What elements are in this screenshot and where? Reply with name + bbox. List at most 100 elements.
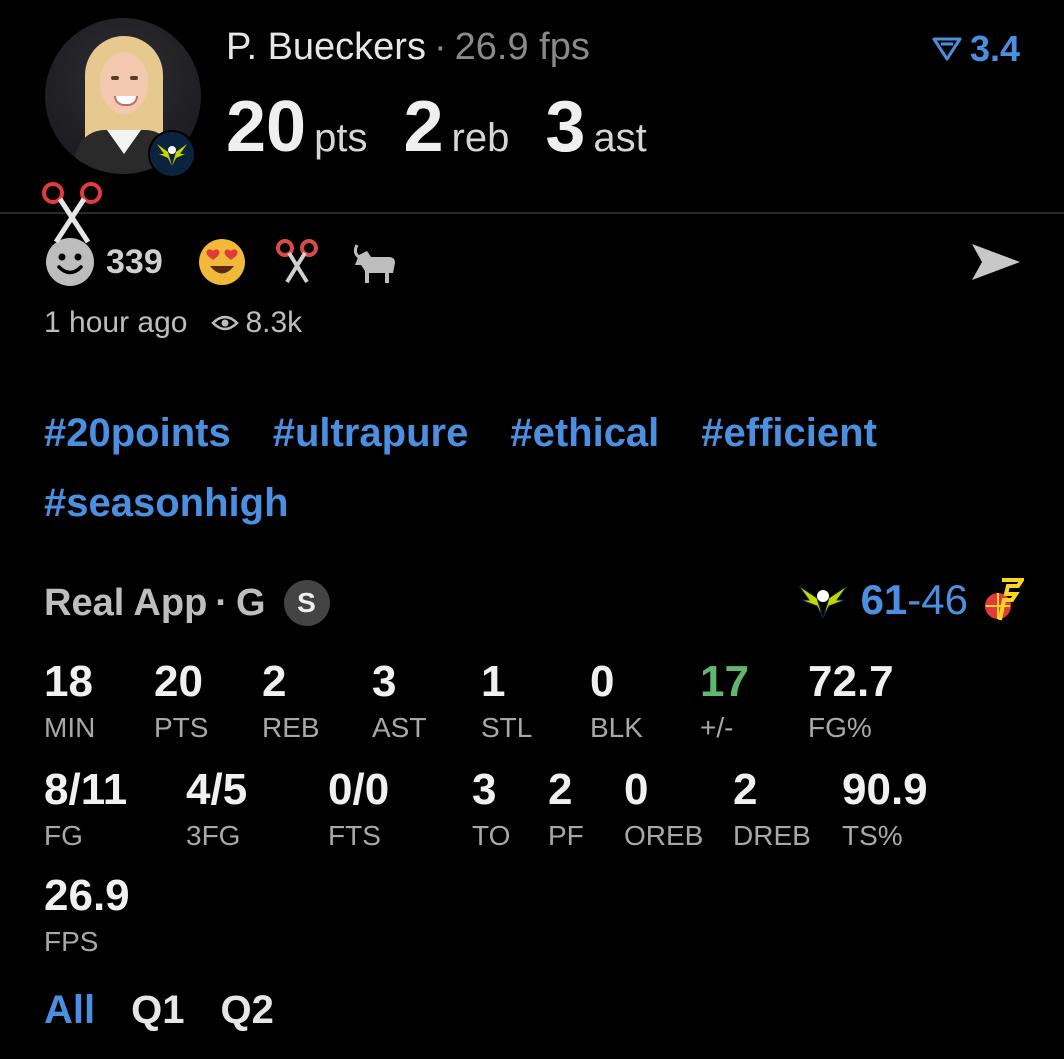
post-time: 1 hour ago: [44, 306, 188, 339]
stat-label: TS%: [842, 820, 903, 851]
game-score[interactable]: 61-46: [797, 576, 1024, 624]
stat-label: +/-: [700, 712, 734, 743]
starter-badge: S: [283, 580, 330, 626]
stat-blk: 0 BLK: [590, 658, 643, 744]
stat-reb: 2 REB: [262, 658, 320, 744]
headline-assists-value: 3: [545, 87, 586, 167]
hashtag[interactable]: #efficient: [701, 411, 877, 455]
stat-value: 2: [548, 765, 573, 814]
scissors-icon[interactable]: [275, 238, 319, 286]
stat-value: 4/5: [186, 765, 248, 814]
stat-value: 2: [733, 765, 758, 814]
title-separator: ·: [433, 26, 447, 68]
stat-value: 8/11: [44, 765, 128, 814]
views-count: 8.3k: [211, 306, 302, 340]
stat-value: 20: [154, 657, 203, 706]
headline-rebounds-value: 2: [403, 87, 444, 167]
stat-label: PTS: [154, 712, 209, 743]
headline-stats: 20 pts 2 reb 3 ast: [226, 86, 683, 168]
reaction-count: 339: [106, 242, 163, 281]
stat-value: 3: [472, 765, 497, 814]
stat-fps: 26.9 FPS: [44, 872, 130, 958]
tab-q2[interactable]: Q2: [220, 988, 273, 1033]
stat-label: REB: [262, 712, 320, 743]
stat-value: 18: [44, 657, 93, 706]
hashtag[interactable]: #ethical: [510, 411, 659, 455]
team-wings-logo-icon: [148, 130, 196, 178]
headline-rebounds-label: reb: [451, 116, 510, 160]
player-name[interactable]: P. Bueckers: [226, 26, 426, 68]
stat-label: DREB: [733, 820, 811, 851]
hashtag-list: #20points #ultrapure #ethical #efficient #se…: [44, 398, 1024, 538]
home-team-wings-icon: [798, 585, 847, 619]
avatar-eye: [130, 76, 138, 80]
hashtag[interactable]: #ultrapure: [273, 411, 469, 455]
stat-label: FPS: [44, 926, 99, 957]
stat-label: FTS: [328, 820, 381, 851]
away-score: 46: [921, 576, 968, 623]
stat-min: 18 MIN: [44, 658, 95, 744]
away-team-fever-icon: [985, 578, 1024, 621]
stat-value: 2: [262, 657, 287, 706]
stat-fg-pct: 72.7 FG%: [808, 658, 894, 744]
stat-dreb: 2 DREB: [733, 766, 811, 852]
tab-q1[interactable]: Q1: [131, 988, 184, 1033]
player-fps: 26.9 fps: [454, 26, 590, 68]
heart-eyes-emoji-icon[interactable]: [197, 237, 247, 287]
source-separator: ·: [215, 581, 228, 624]
home-score: 61: [860, 576, 908, 623]
stat-label: TO: [472, 820, 511, 851]
stat-label: BLK: [590, 712, 643, 743]
rating-funnel-icon: [932, 37, 962, 61]
rating-badge[interactable]: 3.4: [932, 28, 1020, 70]
hashtag[interactable]: #20points: [44, 411, 231, 455]
avatar-eye: [111, 76, 119, 80]
stat-value: 0/0: [328, 765, 390, 814]
period-filter-tabs: All Q1 Q2: [44, 988, 274, 1033]
stat-value: 72.7: [808, 657, 894, 706]
stat-value: 1: [481, 657, 506, 706]
game-source-line: Real App · G S: [44, 580, 330, 626]
stat-to: 3 TO: [472, 766, 510, 852]
stat-label: STL: [481, 712, 533, 743]
header-divider: [0, 212, 1064, 214]
stat-ast: 3 AST: [372, 658, 426, 744]
views-value: 8.3k: [245, 306, 303, 339]
scissors-reaction-icon: [42, 182, 102, 244]
stat-label: OREB: [624, 820, 704, 851]
stat-label: FG%: [808, 712, 872, 743]
stat-plus-minus: 17 +/-: [700, 658, 749, 744]
stat-label: 3FG: [186, 820, 241, 851]
stat-3fg: 4/5 3FG: [186, 766, 247, 852]
goat-icon[interactable]: [349, 239, 399, 285]
stat-oreb: 0 OREB: [624, 766, 703, 852]
stat-label: PF: [548, 820, 584, 851]
post-meta: 1 hour ago 8.3k: [44, 306, 302, 340]
eye-icon: [211, 315, 240, 331]
stat-label: AST: [372, 712, 427, 743]
stat-value: 0: [590, 657, 615, 706]
send-icon[interactable]: [970, 240, 1022, 284]
source-name: Real App: [44, 581, 208, 624]
stat-label: MIN: [44, 712, 96, 743]
score-dash: -: [907, 576, 922, 623]
headline-assists-label: ast: [593, 116, 647, 160]
stat-stl: 1 STL: [481, 658, 532, 744]
player-title: P. Bueckers · 26.9 fps: [226, 26, 590, 69]
rating-value: 3.4: [969, 28, 1020, 69]
stat-value: 3: [372, 657, 397, 706]
tab-all[interactable]: All: [44, 988, 95, 1033]
stat-label: FG: [44, 820, 83, 851]
stat-fts: 0/0 FTS: [328, 766, 389, 852]
stat-fg: 8/11 FG: [44, 766, 127, 852]
stat-value: 0: [624, 765, 649, 814]
headline-points-value: 20: [226, 87, 307, 167]
stat-value: 90.9: [842, 765, 928, 814]
stat-value: 17: [700, 657, 749, 706]
stat-pf: 2 PF: [548, 766, 584, 852]
hashtag[interactable]: #seasonhigh: [44, 481, 289, 525]
stat-pts: 20 PTS: [154, 658, 208, 744]
stat-value: 26.9: [44, 871, 130, 920]
stat-ts-pct: 90.9 TS%: [842, 766, 928, 852]
headline-points-label: pts: [314, 116, 368, 160]
